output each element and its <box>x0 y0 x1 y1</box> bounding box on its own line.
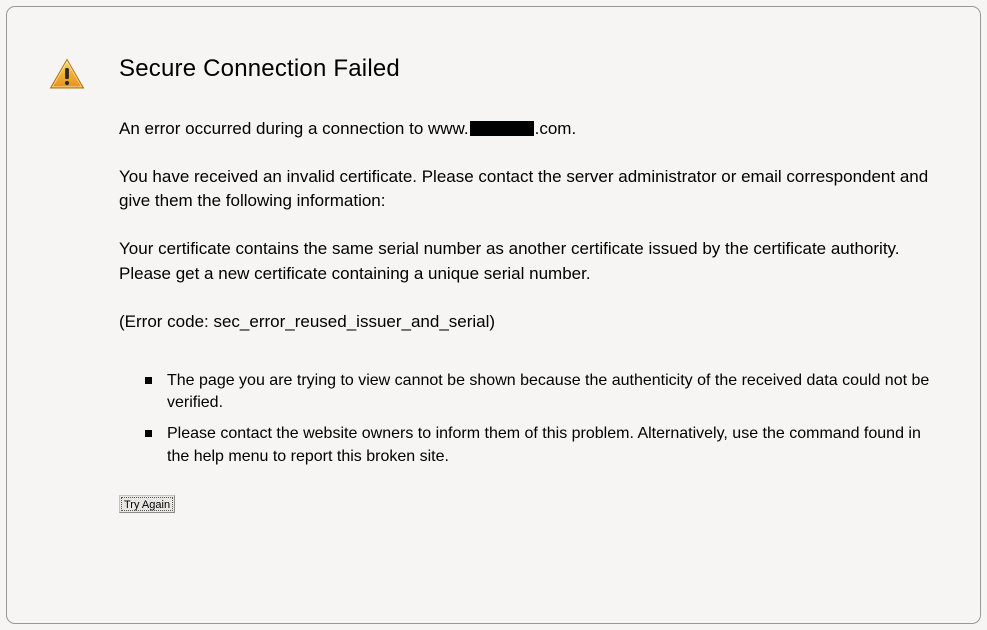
intro-prefix: An error occurred during a connection to… <box>119 119 469 138</box>
bullet-list: The page you are trying to view cannot b… <box>145 370 935 469</box>
invalid-cert-paragraph: You have received an invalid certificate… <box>119 165 935 213</box>
redacted-domain <box>470 121 534 136</box>
icon-column <box>49 55 119 95</box>
intro-suffix: .com. <box>535 119 577 138</box>
error-message: An error occurred during a connection to… <box>119 117 935 334</box>
try-again-button[interactable]: Try Again <box>119 495 175 513</box>
intro-line: An error occurred during a connection to… <box>119 117 935 141</box>
serial-number-paragraph: Your certificate contains the same seria… <box>119 237 935 285</box>
error-panel: Secure Connection Failed An error occurr… <box>6 6 981 624</box>
bullet-item: The page you are trying to view cannot b… <box>145 370 935 415</box>
error-code-line: (Error code: sec_error_reused_issuer_and… <box>119 310 935 334</box>
text-column: Secure Connection Failed An error occurr… <box>119 55 935 513</box>
page-title: Secure Connection Failed <box>119 55 935 83</box>
content-row: Secure Connection Failed An error occurr… <box>49 55 935 513</box>
button-row: Try Again <box>119 495 935 514</box>
warning-icon <box>49 58 85 90</box>
bullet-item: Please contact the website owners to inf… <box>145 423 935 468</box>
